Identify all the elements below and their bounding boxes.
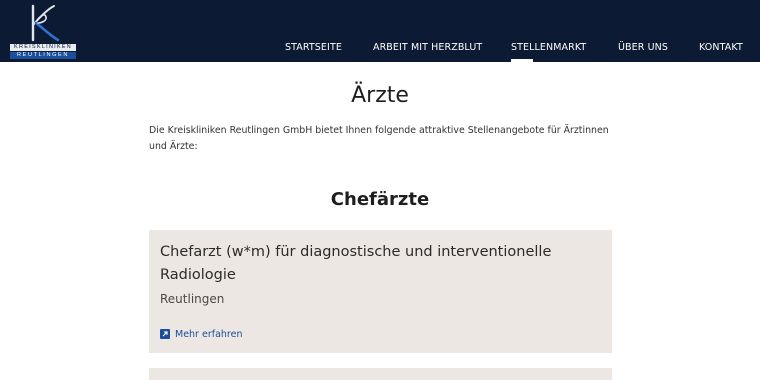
logo-text-reutlingen: REUTLINGEN [10,52,76,59]
kreiskliniken-logo[interactable]: KREISKLINIKEN REUTLINGEN [10,3,78,60]
job-location: Reutlingen [160,292,225,306]
nav-item-arbeit-mit-herzblut[interactable]: ARBEIT MIT HERZBLUT [373,42,482,53]
active-nav-indicator [511,59,533,62]
page-title: Ärzte [351,83,409,108]
external-link-icon [160,329,170,339]
section-title-chefaerzte: Chefärzte [330,189,430,210]
nav-item-ueber-uns[interactable]: ÜBER UNS [618,42,668,53]
job-title[interactable]: Chefarzt (w*m) für diagnostische und int… [160,241,590,287]
nav-item-stellenmarkt[interactable]: STELLENMARKT [511,42,586,53]
nav-item-startseite[interactable]: STARTSEITE [285,42,342,53]
nav-item-kontakt[interactable]: KONTAKT [699,42,743,53]
logo-text-kreiskliniken: KREISKLINIKEN [10,44,76,51]
job-card[interactable]: Chefarzt (w*m) für diagnostische und int… [149,230,612,353]
site-header: KREISKLINIKEN REUTLINGEN STARTSEITE ARBE… [0,0,760,62]
logo-mark-icon [31,4,60,42]
mehr-erfahren-link[interactable]: Mehr erfahren [160,327,243,341]
intro-text: Die Kreiskliniken Reutlingen GmbH bietet… [149,125,609,152]
mehr-erfahren-label: Mehr erfahren [175,328,243,340]
job-card-next-partial[interactable] [149,368,612,380]
